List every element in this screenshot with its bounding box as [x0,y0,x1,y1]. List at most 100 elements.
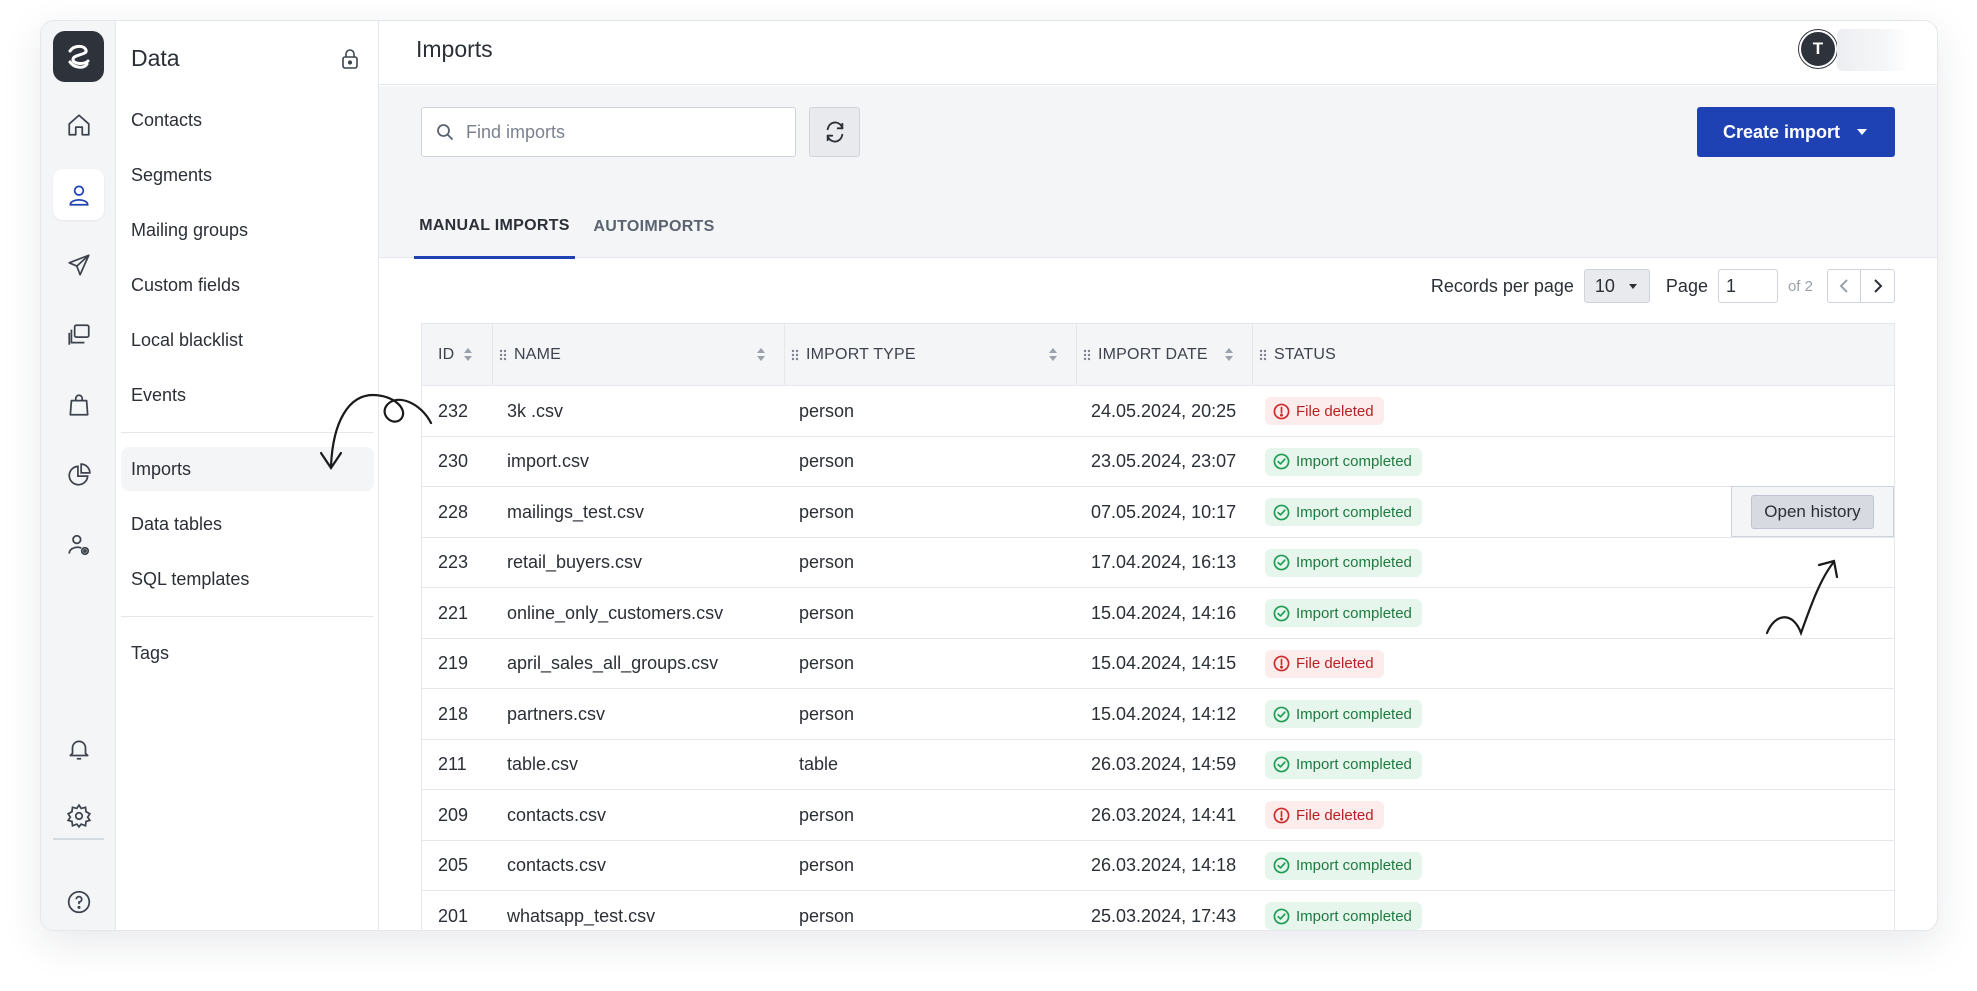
table-row[interactable]: 230 import.csv person 23.05.2024, 23:07 Impo… [422,437,1894,487]
column-header-id[interactable]: ID [422,324,493,386]
sidebar-item-tags[interactable]: Tags [121,631,374,675]
column-label: IMPORT TYPE [806,346,916,363]
cell-import-date: 17.04.2024, 16:13 [1091,552,1237,572]
drag-handle-icon[interactable] [499,349,507,361]
sort-icon[interactable] [464,348,472,361]
status-badge: Import completed [1265,447,1422,476]
next-page-button[interactable] [1861,269,1895,303]
avatar[interactable]: T [1799,30,1837,68]
column-header-status[interactable]: STATUS [1253,324,1553,386]
status-label: Import completed [1296,756,1412,773]
table-row[interactable]: 205 contacts.csv person 26.03.2024, 14:18 Im… [422,841,1894,891]
column-label: ID [438,346,455,363]
home-icon[interactable] [53,99,104,150]
shopping-bag-icon[interactable] [53,379,104,430]
table-row[interactable]: 201 whatsapp_test.csv person 25.03.2024, 17… [422,891,1894,930]
user-settings-icon[interactable] [53,519,104,570]
lock-icon[interactable] [340,48,360,75]
sidebar-divider [121,616,374,617]
copy-windows-icon[interactable] [53,309,104,360]
pie-chart-icon[interactable] [53,449,104,500]
create-import-button[interactable]: Create import [1697,107,1895,157]
sidebar-item-mailing-groups[interactable]: Mailing groups [121,208,374,252]
table-row[interactable]: 209 contacts.csv person 26.03.2024, 14:41 Fi… [422,790,1894,841]
cell-import-date: 07.05.2024, 10:17 [1091,501,1237,522]
contacts-person-icon[interactable] [53,169,104,220]
status-label: Import completed [1296,907,1412,925]
column-header-name[interactable]: NAME [493,324,785,386]
cell-id: 201 [438,905,469,926]
search-icon [436,123,454,141]
table-row[interactable]: 211 table.csv table 26.03.2024, 14:59 Import… [422,740,1894,790]
sidebar-item-contacts[interactable]: Contacts [121,98,374,142]
tab-manual-imports[interactable]: MANUAL IMPORTS [414,195,575,259]
bell-icon[interactable] [53,723,104,774]
cell-import-type: table [799,754,839,774]
records-per-page-select[interactable]: 10 [1583,269,1650,303]
sidebar-item-sql-templates[interactable]: SQL templates [121,557,374,601]
annotation-arrow-left [319,393,433,470]
sort-icon[interactable] [1049,348,1057,361]
search-box[interactable] [421,107,796,157]
sort-icon[interactable] [1225,348,1233,361]
cell-name: 3k .csv [507,400,564,421]
drag-handle-icon[interactable] [791,349,799,361]
table-row[interactable]: 219 april_sales_all_groups.csv person 15.04… [422,639,1894,689]
status-badge: Import completed [1265,498,1422,526]
pagination: Records per page 10 Page 1 of 2 [1431,268,1895,304]
cell-id: 209 [438,804,469,825]
records-per-page-value: 10 [1594,275,1615,296]
page-number-input[interactable]: 1 [1717,269,1778,303]
app-logo[interactable] [53,31,104,82]
cell-import-date: 26.03.2024, 14:41 [1091,804,1237,825]
gear-icon[interactable] [53,790,104,841]
table-row[interactable]: 221 online_only_customers.csv person 15.04.… [422,588,1894,639]
prev-page-button[interactable] [1827,269,1861,303]
cell-name: online_only_customers.csv [507,602,724,623]
open-history-button[interactable]: Open history [1751,494,1874,529]
status-badge: Import completed [1265,548,1422,577]
cell-id: 211 [438,754,467,774]
sidebar-item-local-blacklist[interactable]: Local blacklist [121,318,374,362]
sidebar-item-data-tables[interactable]: Data tables [121,502,374,546]
cell-status: File deleted [1265,639,1384,689]
cell-name: mailings_test.csv [507,501,645,522]
drag-handle-icon[interactable] [1083,349,1091,361]
cell-status: Import completed [1265,841,1422,891]
annotation-arrow-right [1765,559,1839,637]
table-row[interactable]: 232 3k .csv person 24.05.2024, 20:25 File de… [422,386,1894,437]
search-input[interactable] [466,121,766,143]
cell-name: whatsapp_test.csv [507,905,656,926]
check-circle-icon [1273,554,1290,571]
table-row[interactable]: 228 mailings_test.csv person 07.05.2024, 10… [422,486,1894,538]
refresh-button[interactable] [809,107,860,157]
cell-import-type: person [799,703,855,724]
cell-status: Import completed [1265,891,1422,930]
user-name-blurred[interactable] [1837,29,1909,71]
cell-id: 218 [438,703,469,724]
table-row[interactable]: 218 partners.csv person 15.04.2024, 14:12 Im… [422,689,1894,740]
chevron-right-icon [1873,279,1882,293]
send-icon[interactable] [53,239,104,290]
sidebar-item-custom-fields[interactable]: Custom fields [121,263,374,307]
cell-import-type: person [799,552,855,572]
alert-circle-icon [1273,403,1290,419]
cell-status: Import completed [1265,588,1422,638]
cell-id: 221 [438,602,469,623]
help-icon[interactable] [53,876,104,927]
tab-autoimports[interactable]: AUTOIMPORTS [589,195,719,259]
cell-status: Import completed [1265,689,1422,739]
page-label: Page [1665,275,1708,296]
refresh-icon [826,121,843,143]
column-header-import-type[interactable]: IMPORT TYPE [785,324,1077,386]
drag-handle-icon[interactable] [1259,349,1267,361]
chevron-down-icon[interactable] [1857,129,1867,135]
sort-icon[interactable] [757,348,765,361]
cell-import-date: 15.04.2024, 14:15 [1091,653,1237,673]
sidebar-item-segments[interactable]: Segments [121,153,374,197]
column-header-import-date[interactable]: IMPORT DATE [1077,324,1253,386]
table-row[interactable]: 223 retail_buyers.csv person 17.04.2024, 16… [422,538,1894,588]
status-label: Import completed [1296,705,1412,723]
cell-import-date: 15.04.2024, 14:16 [1091,602,1237,623]
top-bar: Imports T [379,21,1937,85]
